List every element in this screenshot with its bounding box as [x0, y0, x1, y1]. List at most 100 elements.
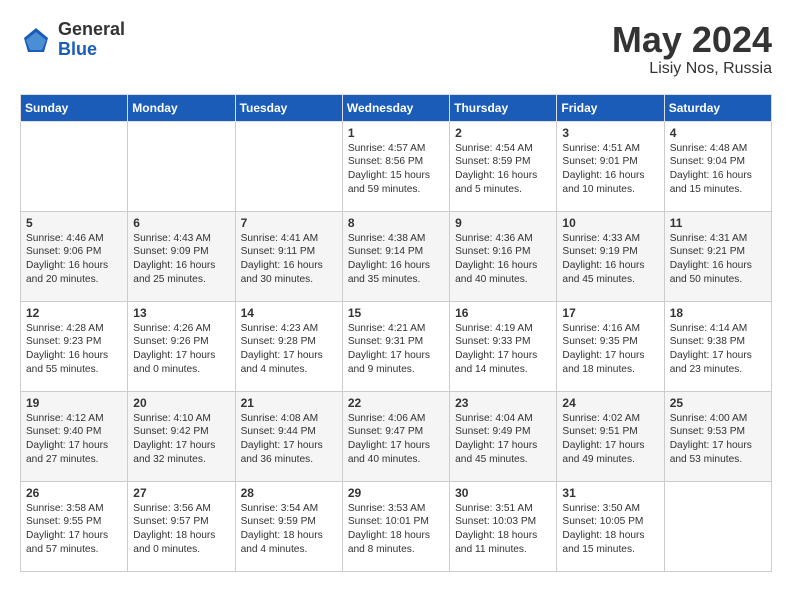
calendar-cell: 28 Sunrise: 3:54 AM Sunset: 9:59 PM Dayli…	[235, 481, 342, 571]
calendar-cell: 7 Sunrise: 4:41 AM Sunset: 9:11 PM Daylig…	[235, 211, 342, 301]
day-number: 24	[562, 396, 658, 410]
cell-content: Sunrise: 3:53 AM Sunset: 10:01 PM Daylig…	[348, 502, 444, 557]
calendar-cell: 12Sunrise: 4:28 AM Sunset: 9:23 PM Dayli…	[21, 301, 128, 391]
calendar-cell	[21, 121, 128, 211]
cell-content: Sunrise: 4:51 AM Sunset: 9:01 PM Dayligh…	[562, 142, 658, 197]
cell-content: Sunrise: 4:38 AM Sunset: 9:14 PM Dayligh…	[348, 232, 444, 287]
cell-content: Sunrise: 3:50 AM Sunset: 10:05 PM Daylig…	[562, 502, 658, 557]
calendar-cell: 5 Sunrise: 4:46 AM Sunset: 9:06 PM Daylig…	[21, 211, 128, 301]
cell-content: Sunrise: 4:33 AM Sunset: 9:19 PM Dayligh…	[562, 232, 658, 287]
day-number: 15	[348, 306, 444, 320]
logo-text: General Blue	[58, 20, 125, 60]
cell-content: Sunrise: 4:19 AM Sunset: 9:33 PM Dayligh…	[455, 322, 551, 377]
day-number: 6	[133, 216, 229, 230]
day-number: 30	[455, 486, 551, 500]
day-number: 3	[562, 126, 658, 140]
calendar-cell	[128, 121, 235, 211]
week-row-2: 5 Sunrise: 4:46 AM Sunset: 9:06 PM Daylig…	[21, 211, 772, 301]
calendar-cell: 31 Sunrise: 3:50 AM Sunset: 10:05 PM Dayl…	[557, 481, 664, 571]
calendar-cell: 11 Sunrise: 4:31 AM Sunset: 9:21 PM Dayli…	[664, 211, 771, 301]
day-number: 18	[670, 306, 766, 320]
day-number: 25	[670, 396, 766, 410]
calendar-cell	[664, 481, 771, 571]
cell-content: Sunrise: 3:56 AM Sunset: 9:57 PM Dayligh…	[133, 502, 229, 557]
cell-content: Sunrise: 3:51 AM Sunset: 10:03 PM Daylig…	[455, 502, 551, 557]
calendar-cell: 18 Sunrise: 4:14 AM Sunset: 9:38 PM Dayli…	[664, 301, 771, 391]
logo: General Blue	[20, 20, 125, 60]
cell-content: Sunrise: 4:41 AM Sunset: 9:11 PM Dayligh…	[241, 232, 337, 287]
day-number: 4	[670, 126, 766, 140]
column-header-tuesday: Tuesday	[235, 94, 342, 121]
day-number: 9	[455, 216, 551, 230]
calendar-cell: 4 Sunrise: 4:48 AM Sunset: 9:04 PM Daylig…	[664, 121, 771, 211]
column-header-friday: Friday	[557, 94, 664, 121]
column-header-wednesday: Wednesday	[342, 94, 449, 121]
calendar-body: 1Sunrise: 4:57 AM Sunset: 8:56 PM Daylig…	[21, 121, 772, 571]
cell-content: Sunrise: 4:00 AM Sunset: 9:53 PM Dayligh…	[670, 412, 766, 467]
week-row-5: 26 Sunrise: 3:58 AM Sunset: 9:55 PM Dayli…	[21, 481, 772, 571]
cell-content: Sunrise: 4:14 AM Sunset: 9:38 PM Dayligh…	[670, 322, 766, 377]
calendar-cell: 26 Sunrise: 3:58 AM Sunset: 9:55 PM Dayli…	[21, 481, 128, 571]
cell-content: Sunrise: 4:31 AM Sunset: 9:21 PM Dayligh…	[670, 232, 766, 287]
calendar-cell: 29 Sunrise: 3:53 AM Sunset: 10:01 PM Dayl…	[342, 481, 449, 571]
cell-content: Sunrise: 4:06 AM Sunset: 9:47 PM Dayligh…	[348, 412, 444, 467]
calendar-cell: 6 Sunrise: 4:43 AM Sunset: 9:09 PM Daylig…	[128, 211, 235, 301]
month-title: May 2024	[612, 20, 772, 60]
column-header-thursday: Thursday	[450, 94, 557, 121]
calendar-cell: 22 Sunrise: 4:06 AM Sunset: 9:47 PM Dayli…	[342, 391, 449, 481]
cell-content: Sunrise: 4:02 AM Sunset: 9:51 PM Dayligh…	[562, 412, 658, 467]
day-number: 22	[348, 396, 444, 410]
cell-content: Sunrise: 4:12 AM Sunset: 9:40 PM Dayligh…	[26, 412, 122, 467]
calendar-cell: 16Sunrise: 4:19 AM Sunset: 9:33 PM Dayli…	[450, 301, 557, 391]
calendar-header-row: SundayMondayTuesdayWednesdayThursdayFrid…	[21, 94, 772, 121]
calendar-cell: 2Sunrise: 4:54 AM Sunset: 8:59 PM Daylig…	[450, 121, 557, 211]
day-number: 27	[133, 486, 229, 500]
calendar-cell: 14Sunrise: 4:23 AM Sunset: 9:28 PM Dayli…	[235, 301, 342, 391]
location-title: Lisiy Nos, Russia	[612, 60, 772, 78]
cell-content: Sunrise: 4:08 AM Sunset: 9:44 PM Dayligh…	[241, 412, 337, 467]
day-number: 11	[670, 216, 766, 230]
page-header: General Blue May 2024 Lisiy Nos, Russia	[20, 20, 772, 78]
day-number: 28	[241, 486, 337, 500]
cell-content: Sunrise: 4:21 AM Sunset: 9:31 PM Dayligh…	[348, 322, 444, 377]
logo-blue-text: Blue	[58, 40, 125, 60]
calendar-cell: 10 Sunrise: 4:33 AM Sunset: 9:19 PM Dayli…	[557, 211, 664, 301]
day-number: 19	[26, 396, 122, 410]
cell-content: Sunrise: 4:04 AM Sunset: 9:49 PM Dayligh…	[455, 412, 551, 467]
cell-content: Sunrise: 4:23 AM Sunset: 9:28 PM Dayligh…	[241, 322, 337, 377]
calendar-cell: 17Sunrise: 4:16 AM Sunset: 9:35 PM Dayli…	[557, 301, 664, 391]
cell-content: Sunrise: 3:54 AM Sunset: 9:59 PM Dayligh…	[241, 502, 337, 557]
column-header-sunday: Sunday	[21, 94, 128, 121]
calendar-cell: 30 Sunrise: 3:51 AM Sunset: 10:03 PM Dayl…	[450, 481, 557, 571]
cell-content: Sunrise: 4:46 AM Sunset: 9:06 PM Dayligh…	[26, 232, 122, 287]
day-number: 17	[562, 306, 658, 320]
column-header-monday: Monday	[128, 94, 235, 121]
calendar-cell: 3 Sunrise: 4:51 AM Sunset: 9:01 PM Daylig…	[557, 121, 664, 211]
day-number: 31	[562, 486, 658, 500]
calendar-cell: 9Sunrise: 4:36 AM Sunset: 9:16 PM Daylig…	[450, 211, 557, 301]
calendar-cell: 19 Sunrise: 4:12 AM Sunset: 9:40 PM Dayli…	[21, 391, 128, 481]
calendar-table: SundayMondayTuesdayWednesdayThursdayFrid…	[20, 94, 772, 572]
calendar-cell: 1Sunrise: 4:57 AM Sunset: 8:56 PM Daylig…	[342, 121, 449, 211]
week-row-3: 12Sunrise: 4:28 AM Sunset: 9:23 PM Dayli…	[21, 301, 772, 391]
day-number: 10	[562, 216, 658, 230]
day-number: 7	[241, 216, 337, 230]
day-number: 20	[133, 396, 229, 410]
day-number: 12	[26, 306, 122, 320]
cell-content: Sunrise: 4:48 AM Sunset: 9:04 PM Dayligh…	[670, 142, 766, 197]
title-block: May 2024 Lisiy Nos, Russia	[612, 20, 772, 78]
day-number: 29	[348, 486, 444, 500]
day-number: 5	[26, 216, 122, 230]
cell-content: Sunrise: 4:54 AM Sunset: 8:59 PM Dayligh…	[455, 142, 551, 197]
cell-content: Sunrise: 4:43 AM Sunset: 9:09 PM Dayligh…	[133, 232, 229, 287]
calendar-cell: 15 Sunrise: 4:21 AM Sunset: 9:31 PM Dayli…	[342, 301, 449, 391]
cell-content: Sunrise: 4:26 AM Sunset: 9:26 PM Dayligh…	[133, 322, 229, 377]
day-number: 13	[133, 306, 229, 320]
week-row-4: 19 Sunrise: 4:12 AM Sunset: 9:40 PM Dayli…	[21, 391, 772, 481]
day-number: 26	[26, 486, 122, 500]
calendar-cell: 8Sunrise: 4:38 AM Sunset: 9:14 PM Daylig…	[342, 211, 449, 301]
column-header-saturday: Saturday	[664, 94, 771, 121]
cell-content: Sunrise: 3:58 AM Sunset: 9:55 PM Dayligh…	[26, 502, 122, 557]
logo-general-text: General	[58, 20, 125, 40]
calendar-cell: 20Sunrise: 4:10 AM Sunset: 9:42 PM Dayli…	[128, 391, 235, 481]
